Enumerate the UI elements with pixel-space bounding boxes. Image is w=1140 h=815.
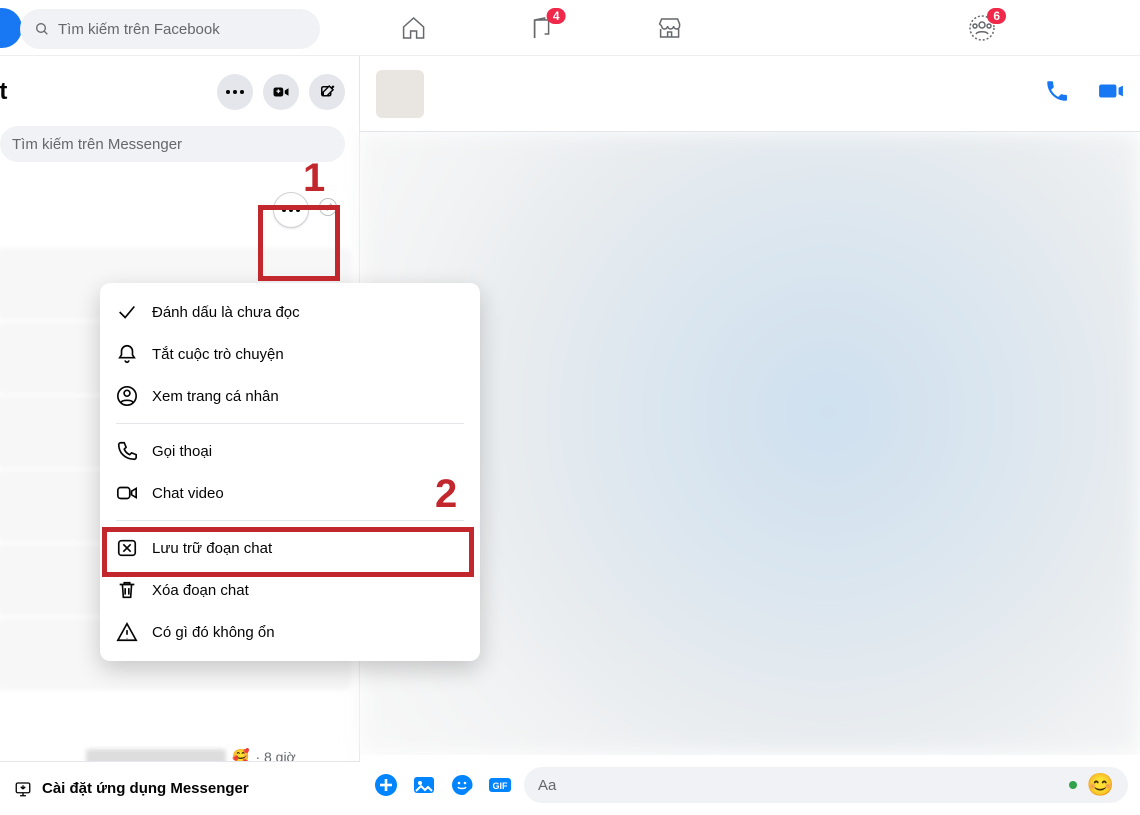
svg-text:GIF: GIF: [493, 781, 509, 791]
menu-item-label: Chat video: [152, 485, 224, 502]
user-icon: [116, 385, 138, 407]
menu-separator: [116, 520, 464, 521]
menu-item-label: Xóa đoạn chat: [152, 582, 249, 599]
bell-icon: [116, 343, 138, 365]
groups-badge: 6: [987, 8, 1006, 24]
menu-separator: [116, 423, 464, 424]
menu-view-profile[interactable]: Xem trang cá nhân: [100, 375, 480, 417]
messenger-search-placeholder: Tìm kiếm trên Messenger: [12, 136, 182, 153]
chat-options-button[interactable]: [217, 74, 253, 110]
install-messenger-label: Cài đặt ứng dụng Messenger: [42, 780, 249, 797]
new-message-button[interactable]: [309, 74, 345, 110]
conversation-avatar[interactable]: [376, 70, 424, 118]
message-composer: GIF Aa 😊: [360, 755, 1140, 815]
menu-item-label: Đánh dấu là chưa đọc: [152, 304, 300, 321]
top-navigation: Tìm kiếm trên Facebook 4 6: [0, 0, 1140, 56]
facebook-search-placeholder: Tìm kiếm trên Facebook: [58, 21, 220, 38]
emoji-picker-button[interactable]: 😊: [1087, 772, 1114, 798]
video-call-button[interactable]: [1098, 78, 1124, 109]
menu-item-label: Xem trang cá nhân: [152, 388, 279, 405]
open-actions-button[interactable]: [372, 771, 400, 799]
annotation-number-1: 1: [303, 156, 325, 201]
menu-report[interactable]: Có gì đó không ổn: [100, 611, 480, 653]
warning-icon: [116, 621, 138, 643]
search-icon: [34, 21, 50, 37]
dots-icon: [226, 90, 244, 94]
groups-icon[interactable]: 6: [968, 14, 996, 42]
message-input[interactable]: Aa 😊: [524, 767, 1128, 803]
sticker-button[interactable]: [448, 771, 476, 799]
menu-mark-unread[interactable]: Đánh dấu là chưa đọc: [100, 291, 480, 333]
annotation-box-2: [102, 527, 474, 577]
voice-call-button[interactable]: [1044, 78, 1070, 109]
chat-title: at: [0, 78, 7, 106]
messenger-search-input[interactable]: Tìm kiếm trên Messenger: [0, 126, 345, 162]
annotation-number-2: 2: [435, 472, 457, 517]
menu-item-label: Gọi thoại: [152, 443, 212, 460]
download-icon: [14, 780, 32, 798]
menu-mute[interactable]: Tắt cuộc trò chuyện: [100, 333, 480, 375]
check-icon: [116, 301, 138, 323]
menu-voice-call[interactable]: Gọi thoại: [100, 430, 480, 472]
video-icon: [116, 482, 138, 504]
annotation-box-1: [258, 205, 340, 281]
install-messenger-button[interactable]: Cài đặt ứng dụng Messenger: [0, 761, 360, 815]
top-center-nav: 4: [400, 0, 684, 55]
attach-image-button[interactable]: [410, 771, 438, 799]
home-icon[interactable]: [400, 14, 428, 42]
pages-badge: 4: [547, 8, 566, 24]
gif-button[interactable]: GIF: [486, 771, 514, 799]
active-status-dot: [1069, 781, 1077, 789]
trash-icon: [116, 579, 138, 601]
menu-item-label: Có gì đó không ổn: [152, 624, 275, 641]
facebook-search-input[interactable]: Tìm kiếm trên Facebook: [20, 9, 320, 49]
menu-item-label: Tắt cuộc trò chuyện: [152, 346, 284, 363]
marketplace-icon[interactable]: [656, 14, 684, 42]
facebook-logo[interactable]: [0, 8, 22, 48]
menu-video-chat[interactable]: Chat video: [100, 472, 480, 514]
new-room-button[interactable]: [263, 74, 299, 110]
conversation-header: [360, 56, 1140, 132]
phone-icon: [116, 440, 138, 462]
conversation-context-menu: Đánh dấu là chưa đọc Tắt cuộc trò chuyện…: [100, 283, 480, 661]
pages-icon[interactable]: 4: [528, 14, 556, 42]
message-input-placeholder: Aa: [538, 777, 556, 794]
